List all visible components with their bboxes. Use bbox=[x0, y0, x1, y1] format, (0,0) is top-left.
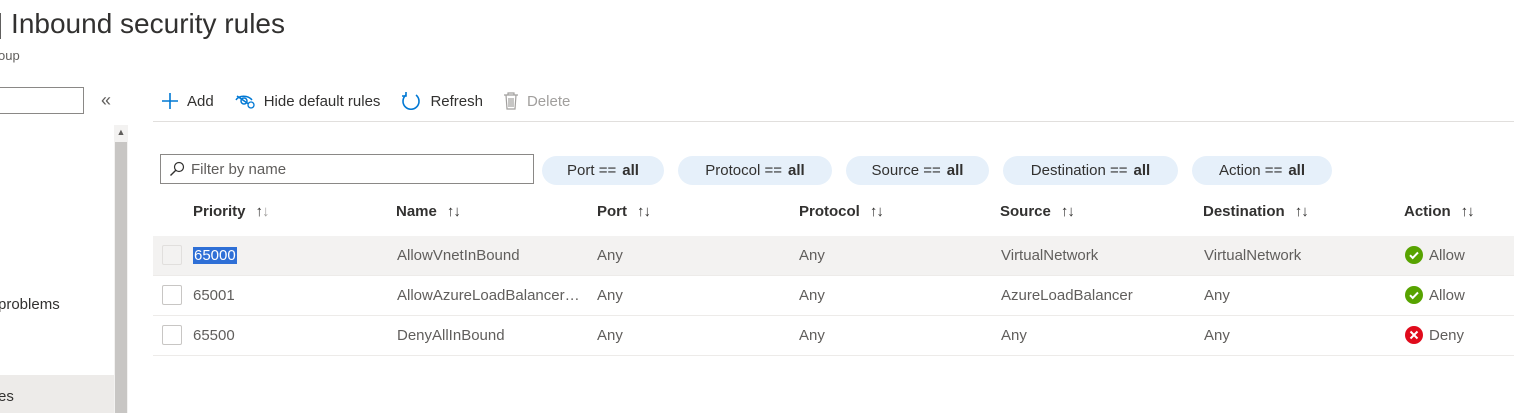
plus-icon bbox=[161, 92, 179, 110]
sort-icon[interactable]: ↑↓ bbox=[1461, 203, 1475, 220]
nav-scrollbar-thumb[interactable] bbox=[115, 142, 127, 413]
column-header-label: Name bbox=[396, 203, 437, 220]
hide-default-rules-label: Hide default rules bbox=[263, 92, 381, 110]
x-circle-icon bbox=[1405, 326, 1423, 344]
pill-value: all bbox=[946, 162, 964, 179]
cell-action: Allow bbox=[1405, 246, 1465, 264]
refresh-label: Refresh bbox=[430, 92, 483, 110]
nav-selected-highlight bbox=[0, 375, 114, 413]
source-filter-pill[interactable]: Source == all bbox=[846, 156, 989, 185]
sort-icon[interactable]: ↑↓ bbox=[637, 203, 651, 220]
cell-name: AllowVnetInBound bbox=[397, 247, 520, 264]
pill-key: Port == bbox=[567, 162, 617, 179]
search-icon bbox=[170, 161, 185, 176]
column-header-source[interactable]: Source ↑↓ bbox=[1000, 203, 1075, 220]
page-title: | Inbound security rules bbox=[0, 8, 285, 39]
action-label: Allow bbox=[1429, 286, 1465, 304]
eye-hide-icon bbox=[234, 92, 256, 110]
column-header-priority[interactable]: Priority ↑↓ bbox=[193, 203, 269, 220]
cell-name: DenyAllInBound bbox=[397, 327, 505, 344]
pill-value: all bbox=[788, 162, 805, 179]
row-checkbox[interactable] bbox=[162, 285, 182, 305]
pill-value: all bbox=[1288, 162, 1306, 179]
refresh-icon bbox=[400, 90, 422, 112]
cell-name: AllowAzureLoadBalancer… bbox=[397, 287, 580, 304]
port-filter-pill[interactable]: Port == all bbox=[542, 156, 664, 185]
delete-label: Delete bbox=[526, 92, 571, 110]
cell-source: AzureLoadBalancer bbox=[1001, 287, 1133, 304]
check-circle-icon bbox=[1405, 246, 1423, 264]
cell-destination: Any bbox=[1204, 327, 1230, 344]
action-label: Allow bbox=[1429, 246, 1465, 264]
pill-value: all bbox=[1133, 162, 1151, 179]
nav-search-input[interactable] bbox=[0, 87, 84, 114]
column-header-label: Protocol bbox=[799, 203, 860, 220]
cell-port: Any bbox=[597, 287, 623, 304]
cell-action: Allow bbox=[1405, 286, 1465, 304]
sort-icon[interactable]: ↑↓ bbox=[1061, 203, 1075, 220]
column-header-protocol[interactable]: Protocol ↑↓ bbox=[799, 203, 884, 220]
pill-key: Protocol == bbox=[705, 162, 783, 179]
nav-item-problems[interactable]: problems bbox=[0, 296, 60, 313]
cell-priority: 65500 bbox=[193, 327, 235, 344]
column-header-action[interactable]: Action ↑↓ bbox=[1404, 203, 1475, 220]
command-bar-divider bbox=[153, 121, 1514, 122]
trash-icon bbox=[503, 91, 519, 111]
sort-icon[interactable]: ↑↓ bbox=[870, 203, 884, 220]
filter-placeholder: Filter by name bbox=[191, 160, 287, 178]
table-row[interactable]: 65000 AllowVnetInBound Any Any VirtualNe… bbox=[153, 236, 1514, 276]
pill-value: all bbox=[622, 162, 639, 179]
add-button[interactable]: Add bbox=[161, 92, 214, 110]
table-row[interactable]: 65001 AllowAzureLoadBalancer… Any Any Az… bbox=[153, 276, 1514, 316]
filter-by-name-input[interactable]: Filter by name bbox=[160, 154, 534, 184]
cell-port: Any bbox=[597, 247, 623, 264]
pill-key: Source == bbox=[871, 162, 941, 179]
add-label: Add bbox=[187, 92, 214, 110]
refresh-button[interactable]: Refresh bbox=[400, 90, 483, 112]
hide-default-rules-button[interactable]: Hide default rules bbox=[234, 92, 381, 110]
row-checkbox[interactable] bbox=[162, 325, 182, 345]
cell-priority: 65001 bbox=[193, 287, 235, 304]
protocol-filter-pill[interactable]: Protocol == all bbox=[678, 156, 832, 185]
scroll-up-icon[interactable]: ▲ bbox=[114, 125, 128, 139]
pill-key: Action == bbox=[1218, 162, 1283, 179]
pill-key: Destination == bbox=[1030, 162, 1128, 179]
cell-action: Deny bbox=[1405, 326, 1464, 344]
row-checkbox[interactable] bbox=[162, 245, 182, 265]
column-header-label: Action bbox=[1404, 203, 1451, 220]
cell-protocol: Any bbox=[799, 327, 825, 344]
column-header-name[interactable]: Name ↑↓ bbox=[396, 203, 461, 220]
cell-destination: Any bbox=[1204, 287, 1230, 304]
table-row[interactable]: 65500 DenyAllInBound Any Any Any Any Den… bbox=[153, 316, 1514, 356]
column-header-label: Destination bbox=[1203, 203, 1285, 220]
column-header-label: Port bbox=[597, 203, 627, 220]
cell-port: Any bbox=[597, 327, 623, 344]
cell-protocol: Any bbox=[799, 287, 825, 304]
nav-item-inbound-rules[interactable]: es bbox=[0, 388, 14, 405]
column-header-destination[interactable]: Destination ↑↓ bbox=[1203, 203, 1309, 220]
column-header-label: Source bbox=[1000, 203, 1051, 220]
destination-filter-pill[interactable]: Destination == all bbox=[1003, 156, 1178, 185]
command-bar: Add Hide default rules Refresh Delete bbox=[161, 88, 590, 114]
action-label: Deny bbox=[1429, 326, 1465, 344]
delete-button[interactable]: Delete bbox=[503, 91, 570, 111]
page-subtitle: oup bbox=[0, 48, 20, 63]
cell-protocol: Any bbox=[799, 247, 825, 264]
check-circle-icon bbox=[1405, 286, 1423, 304]
sort-icon[interactable]: ↑↓ bbox=[1295, 203, 1309, 220]
cell-priority: 65000 bbox=[193, 247, 237, 264]
cell-source: VirtualNetwork bbox=[1001, 247, 1099, 264]
cell-destination: VirtualNetwork bbox=[1204, 247, 1302, 264]
column-header-port[interactable]: Port ↑↓ bbox=[597, 203, 651, 220]
column-header-label: Priority bbox=[193, 203, 246, 220]
collapse-nav-icon[interactable]: « bbox=[101, 90, 111, 111]
cell-source: Any bbox=[1001, 327, 1027, 344]
sort-icon[interactable]: ↑↓ bbox=[447, 203, 461, 220]
action-filter-pill[interactable]: Action == all bbox=[1192, 156, 1332, 185]
sort-icon[interactable]: ↑↓ bbox=[256, 203, 270, 220]
